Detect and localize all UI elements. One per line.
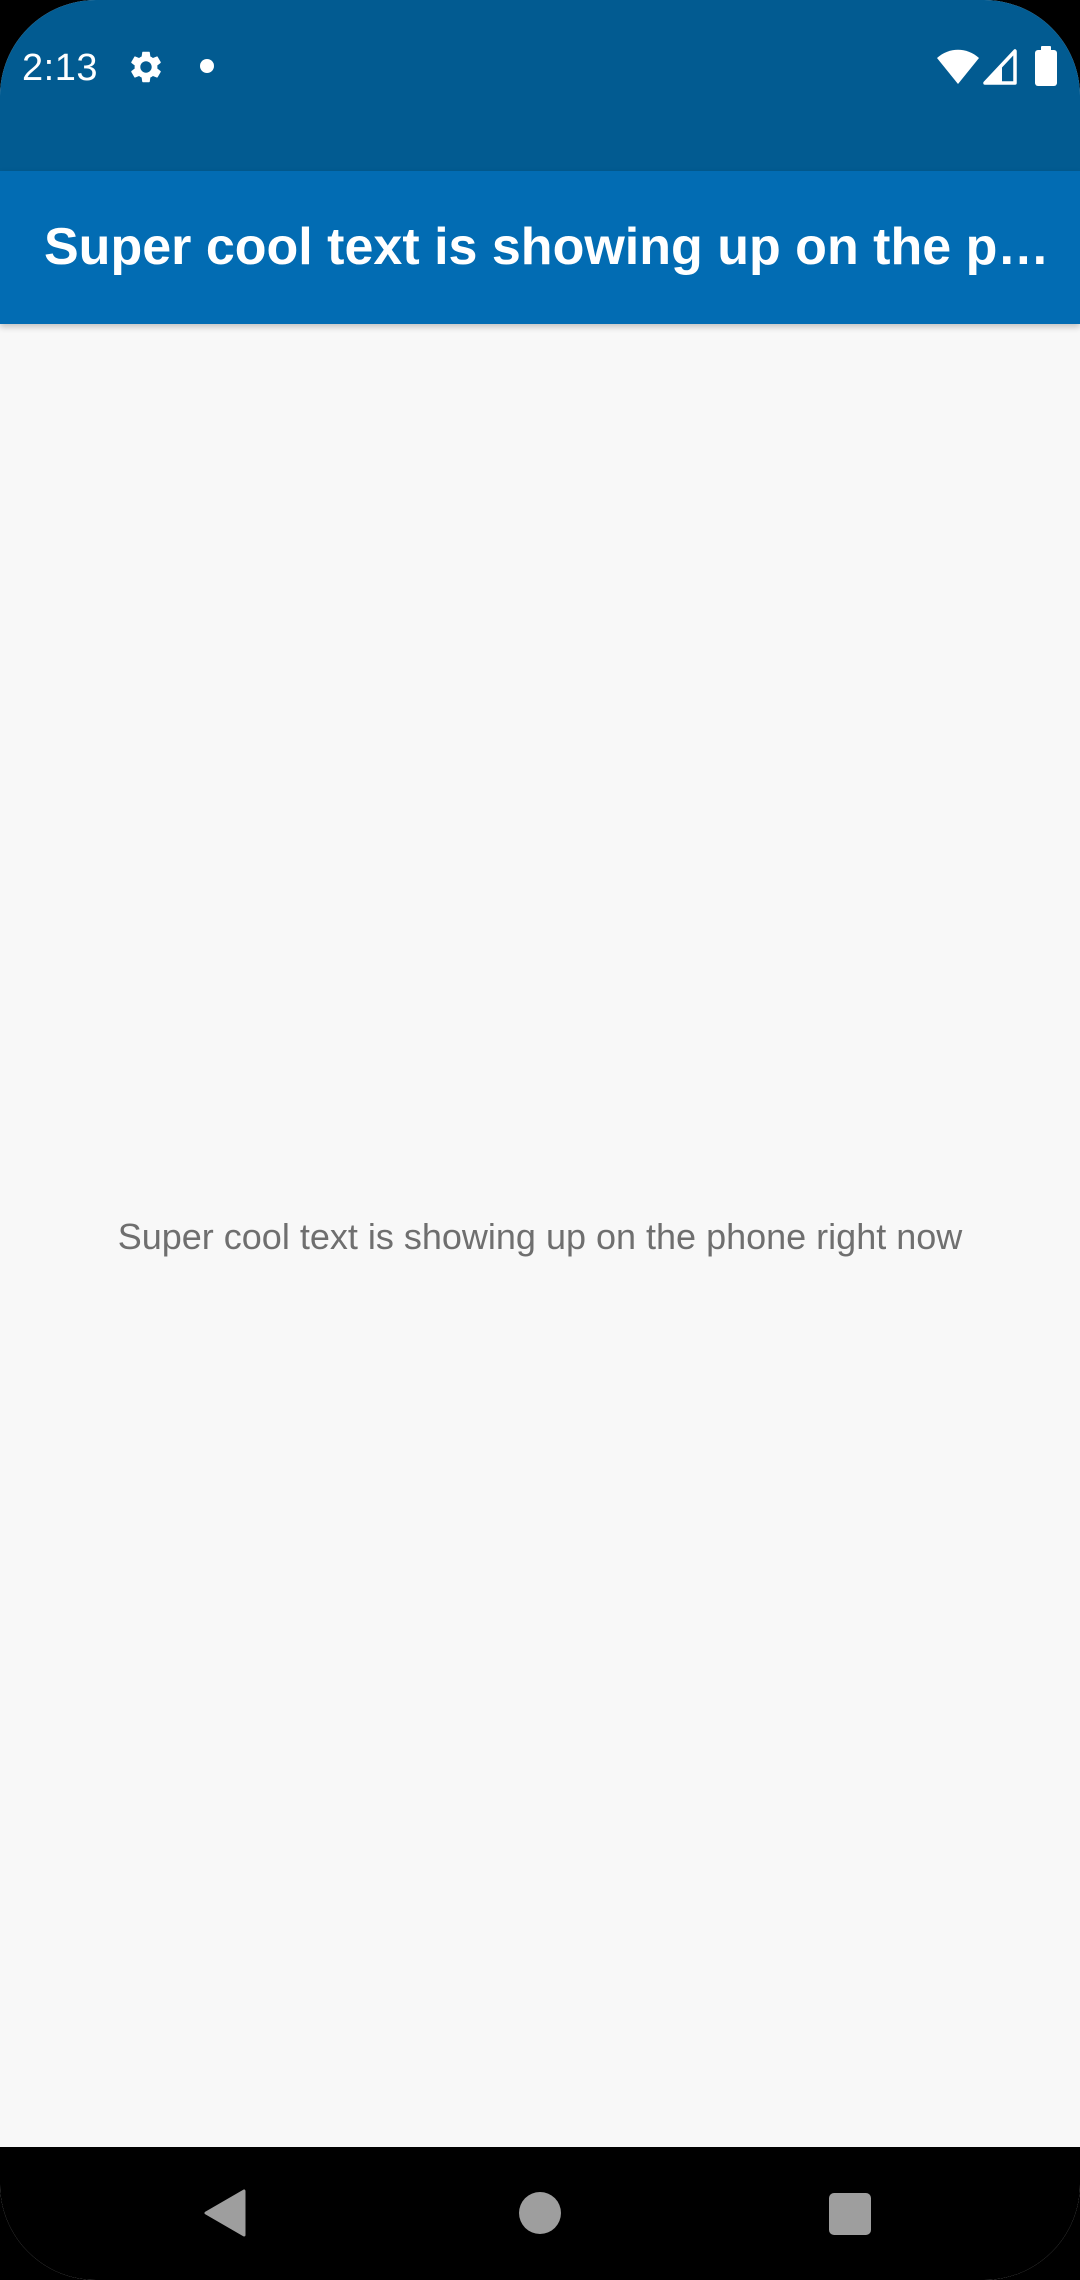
main-content: Super cool text is showing up on the pho…	[0, 324, 1080, 2147]
gear-icon	[131, 51, 161, 83]
status-time: 2:13	[22, 47, 98, 89]
app-bar: Super cool text is showing up on the pho…	[0, 171, 1080, 324]
cell-signal-icon	[983, 49, 1017, 85]
back-icon[interactable]	[204, 2189, 246, 2237]
phone-screen: 2:13 Super cool text is showing up on th…	[0, 0, 1080, 2280]
battery-icon	[1035, 46, 1057, 86]
app-title: Super cool text is showing up on the pho…	[44, 218, 1052, 276]
status-bar: 2:13	[0, 0, 1080, 171]
notification-dot-icon	[200, 59, 214, 73]
navigation-bar	[0, 2147, 1080, 2280]
main-text: Super cool text is showing up on the pho…	[117, 1216, 963, 1257]
recents-icon[interactable]	[829, 2193, 871, 2235]
wifi-icon	[937, 49, 979, 84]
home-icon[interactable]	[519, 2192, 561, 2234]
